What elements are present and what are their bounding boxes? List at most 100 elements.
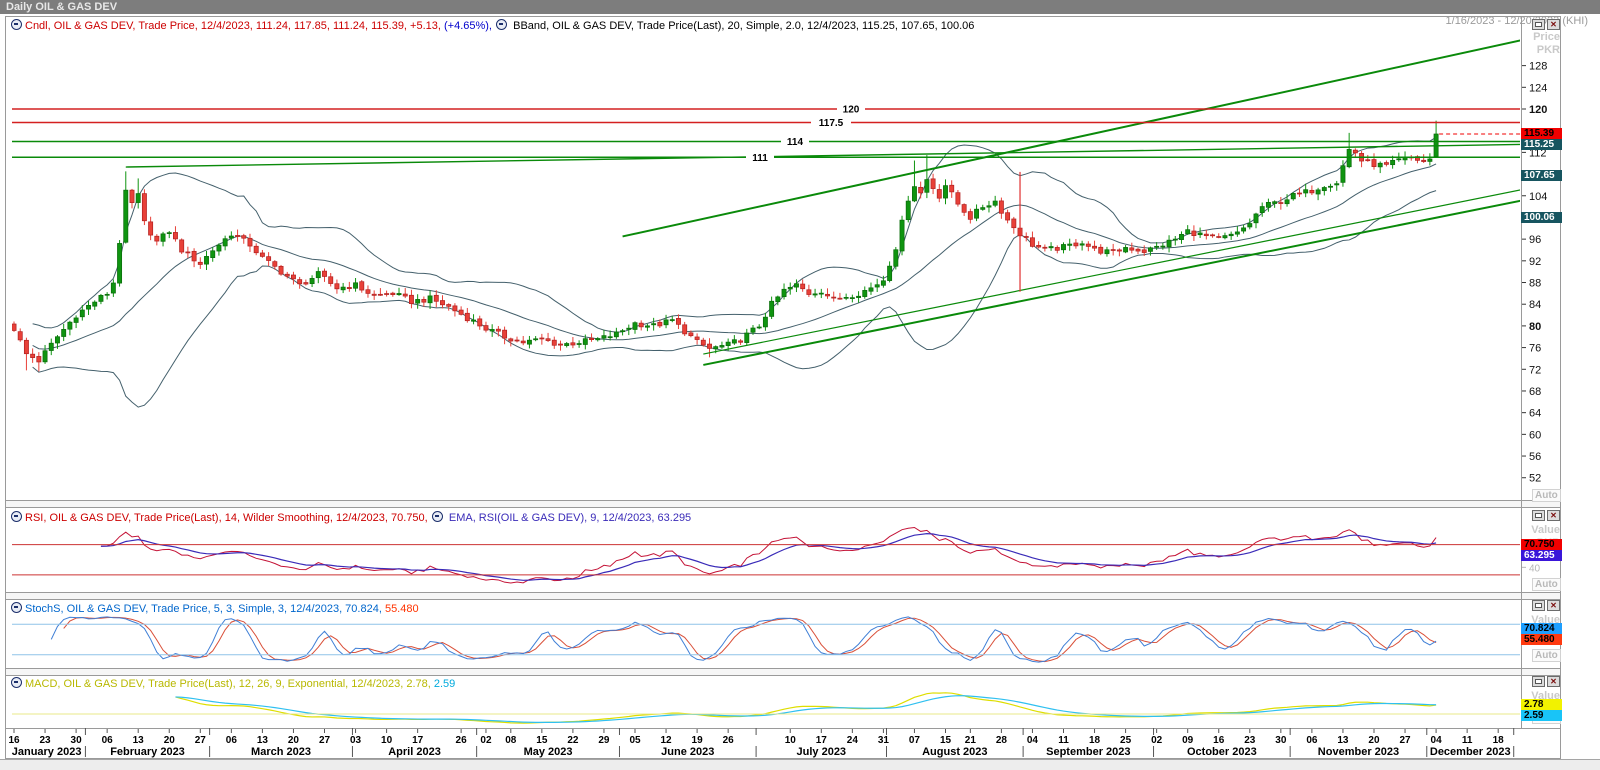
close-icon[interactable]: [1547, 600, 1560, 611]
svg-text:56: 56: [1529, 451, 1541, 463]
close-icon[interactable]: [1547, 676, 1560, 687]
restore-icon[interactable]: [1532, 510, 1545, 521]
axis-value-label: 107.65: [1521, 170, 1562, 181]
svg-text:40: 40: [1529, 563, 1541, 574]
svg-text:124: 124: [1529, 82, 1547, 94]
svg-text:June 2023: June 2023: [661, 746, 714, 758]
svg-text:18: 18: [1493, 735, 1505, 746]
svg-text:80: 80: [1529, 321, 1541, 333]
restore-icon[interactable]: [1532, 600, 1545, 611]
axis-value-label: 115.39: [1521, 128, 1562, 139]
price-auto-scale-button[interactable]: Auto: [1532, 489, 1561, 502]
axis-value-label: 63.295: [1521, 550, 1562, 561]
stoch-d-value: 55.480: [382, 603, 419, 615]
svg-text:21: 21: [965, 735, 977, 746]
svg-text:May 2023: May 2023: [524, 746, 573, 758]
axis-value-label: 70.750: [1521, 539, 1562, 550]
rsi-ema-legend-text: EMA, RSI(OIL & GAS DEV), 9, 12/4/2023, 6…: [446, 512, 691, 524]
axis-value-label: 115.25: [1521, 139, 1562, 150]
close-icon[interactable]: [1547, 510, 1560, 521]
collapse-candle-icon[interactable]: [11, 19, 22, 30]
svg-text:April 2023: April 2023: [388, 746, 441, 758]
rsi-panel-window-controls: [1532, 510, 1562, 521]
svg-text:03: 03: [350, 735, 362, 746]
svg-text:November 2023: November 2023: [1318, 746, 1399, 758]
axis-unit-title: Value: [1520, 524, 1560, 537]
svg-text:06: 06: [102, 735, 114, 746]
svg-text:15: 15: [940, 735, 952, 746]
svg-text:15: 15: [536, 735, 548, 746]
macd-panel-legend: MACD, OIL & GAS DEV, Trade Price(Last), …: [10, 677, 455, 690]
svg-text:13: 13: [257, 735, 269, 746]
svg-text:13: 13: [133, 735, 145, 746]
collapse-ema-icon[interactable]: [432, 511, 443, 522]
svg-text:20: 20: [164, 735, 176, 746]
svg-text:28: 28: [996, 735, 1008, 746]
svg-text:12: 12: [660, 735, 672, 746]
svg-text:111: 111: [752, 153, 768, 164]
candle-legend-text: Cndl, OIL & GAS DEV, Trade Price, 12/4/2…: [25, 20, 441, 32]
svg-text:26: 26: [723, 735, 735, 746]
svg-text:06: 06: [1306, 735, 1318, 746]
svg-text:11: 11: [1058, 735, 1069, 746]
svg-text:17: 17: [816, 735, 828, 746]
svg-text:August 2023: August 2023: [922, 746, 987, 758]
stoch-auto-scale-button[interactable]: Auto: [1532, 649, 1561, 662]
price-panel-legend: Cndl, OIL & GAS DEV, Trade Price, 12/4/2…: [10, 19, 974, 32]
svg-text:16: 16: [1213, 735, 1225, 746]
svg-text:23: 23: [39, 735, 51, 746]
collapse-macd-icon[interactable]: [11, 677, 22, 688]
svg-text:07: 07: [909, 735, 921, 746]
axis-value-label: 70.824: [1521, 623, 1562, 634]
svg-text:22: 22: [567, 735, 579, 746]
svg-text:27: 27: [195, 735, 207, 746]
candle-change-pct: (+4.65%),: [441, 20, 492, 32]
svg-text:17: 17: [412, 735, 424, 746]
collapse-bband-icon[interactable]: [496, 19, 507, 30]
macd-panel-window-controls: [1532, 676, 1562, 687]
svg-text:27: 27: [1399, 735, 1411, 746]
svg-text:19: 19: [692, 735, 704, 746]
svg-text:11: 11: [1462, 735, 1473, 746]
restore-icon[interactable]: [1532, 676, 1545, 687]
restore-icon[interactable]: [1532, 19, 1545, 30]
svg-text:30: 30: [71, 735, 83, 746]
charting-app: Daily OIL & GAS DEV 1/16/2023 - 12/20/20…: [0, 0, 1600, 770]
svg-text:10: 10: [785, 735, 797, 746]
svg-text:72: 72: [1529, 364, 1541, 376]
chart-canvas[interactable]: 120117.511411112812412011210496928884807…: [0, 0, 1600, 770]
collapse-stoch-icon[interactable]: [11, 602, 22, 613]
svg-text:120: 120: [1529, 104, 1547, 116]
svg-text:02: 02: [480, 735, 492, 746]
svg-text:October 2023: October 2023: [1187, 746, 1257, 758]
rsi-auto-scale-button[interactable]: Auto: [1532, 578, 1561, 591]
close-icon[interactable]: [1547, 19, 1560, 30]
svg-text:128: 128: [1529, 61, 1547, 73]
svg-text:117.5: 117.5: [819, 118, 844, 129]
svg-text:76: 76: [1529, 343, 1541, 355]
collapse-rsi-icon[interactable]: [11, 511, 22, 522]
svg-text:20: 20: [1368, 735, 1380, 746]
svg-text:04: 04: [1027, 735, 1039, 746]
macd-signal-value: 2.59: [431, 678, 455, 690]
svg-text:60: 60: [1529, 429, 1541, 441]
bottom-strip: [0, 759, 1600, 770]
stoch-panel-window-controls: [1532, 600, 1562, 611]
axis-value-label: 55.480: [1521, 634, 1562, 645]
svg-text:25: 25: [1120, 735, 1132, 746]
svg-text:05: 05: [629, 735, 641, 746]
svg-text:January 2023: January 2023: [12, 746, 82, 758]
price-axis-unit: Price PKR: [1520, 31, 1560, 57]
svg-text:27: 27: [319, 735, 331, 746]
price-panel-window-controls: [1532, 19, 1562, 30]
svg-text:68: 68: [1529, 386, 1541, 398]
svg-text:23: 23: [1244, 735, 1256, 746]
axis-value-label: 2.59: [1521, 710, 1562, 721]
svg-text:September 2023: September 2023: [1046, 746, 1130, 758]
svg-text:20: 20: [288, 735, 300, 746]
svg-text:July 2023: July 2023: [797, 746, 847, 758]
svg-text:09: 09: [1182, 735, 1194, 746]
svg-text:52: 52: [1529, 473, 1541, 485]
axis-value-label: 100.06: [1521, 212, 1562, 223]
svg-text:120: 120: [843, 105, 860, 116]
